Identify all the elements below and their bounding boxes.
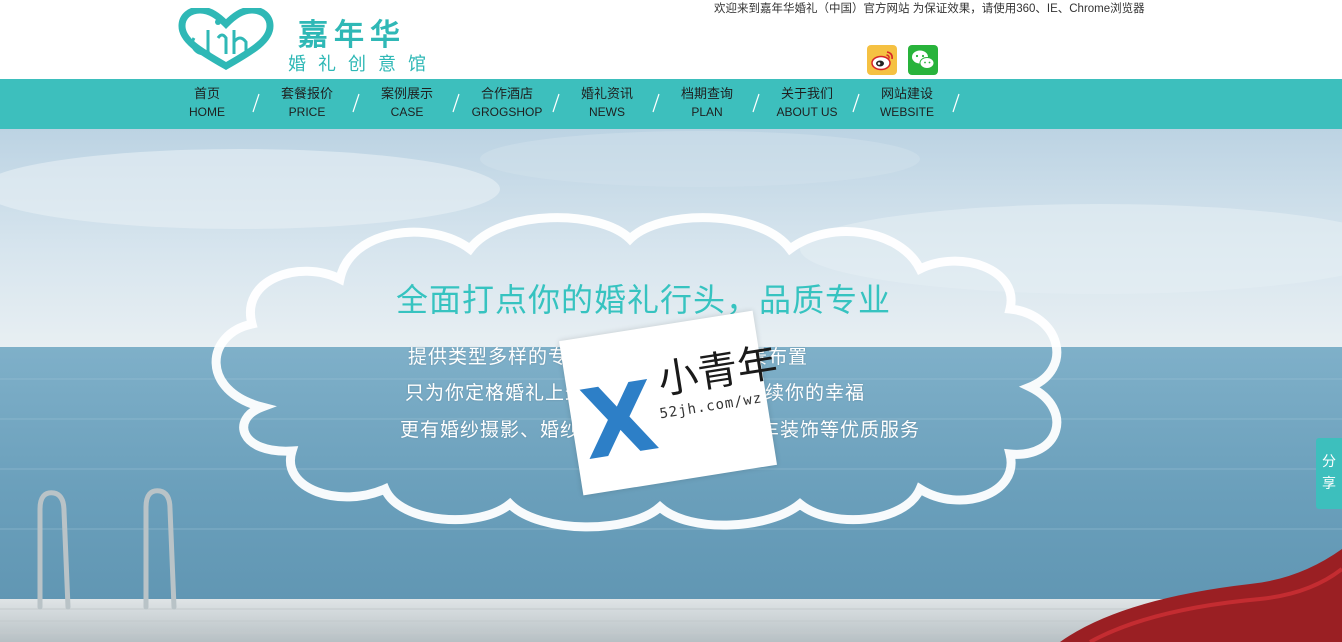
main-nav: 首页 HOME 套餐报价 PRICE 案例展示 CASE 合作酒店 GROGSH… — [0, 79, 1342, 129]
hero-banner: 全面打点你的婚礼行头，品质专业 提供类型多样的专业婚礼设计、婚礼场景布置 只为你… — [0, 129, 1342, 642]
heart-logo-icon — [178, 8, 274, 70]
nav-label-en: HOME — [189, 105, 225, 119]
site-logo[interactable]: 嘉年华 婚礼创意馆 — [178, 8, 458, 75]
nav-label-en: ABOUT US — [776, 105, 838, 119]
nav-label-cn: 案例展示 — [380, 86, 433, 101]
watermark-brand: 小青年 — [654, 339, 781, 404]
nav-label-cn: 首页 — [193, 86, 220, 101]
nav-label-cn: 合作酒店 — [480, 86, 533, 101]
watermark-badge: X 小青年 52jh.com/wz — [559, 310, 781, 496]
nav-item-case[interactable]: 案例展示 CASE — [357, 79, 457, 129]
share-button[interactable]: 分 享 — [1316, 438, 1342, 509]
nav-item-grogshop[interactable]: 合作酒店 GROGSHOP — [457, 79, 557, 129]
nav-label-en: PRICE — [288, 105, 326, 119]
nav-label-cn: 婚礼资讯 — [580, 86, 633, 101]
nav-label-cn: 套餐报价 — [280, 86, 333, 101]
nav-label-en: WEBSITE — [879, 105, 934, 119]
nav-item-about-us[interactable]: 关于我们 ABOUT US — [757, 79, 857, 129]
nav-item-plan[interactable]: 档期查询 PLAN — [657, 79, 757, 129]
share-label-char: 享 — [1322, 476, 1336, 492]
nav-item-website[interactable]: 网站建设 WEBSITE — [857, 79, 957, 129]
logo-title: 嘉年华 — [298, 18, 406, 53]
nav-label-en: PLAN — [691, 105, 723, 119]
banner-headline: 全面打点你的婚礼行头，品质专业 — [396, 281, 892, 319]
nav-label-en: GROGSHOP — [471, 105, 543, 119]
nav-label-cn: 档期查询 — [680, 86, 733, 101]
nav-label-en: CASE — [390, 105, 424, 119]
welcome-text: 欢迎来到嘉年华婚礼（中国）官方网站 为保证效果，请使用360、IE、Chrome… — [714, 3, 1145, 15]
nav-label-cn: 网站建设 — [880, 86, 933, 101]
nav-item-news[interactable]: 婚礼资讯 NEWS — [557, 79, 657, 129]
nav-label-cn: 关于我们 — [780, 86, 833, 101]
logo-subtitle: 婚礼创意馆 — [288, 54, 438, 75]
share-label-char: 分 — [1322, 454, 1336, 470]
nav-label-en: NEWS — [589, 105, 625, 119]
watermark-letter: X — [573, 359, 665, 482]
nav-item-home[interactable]: 首页 HOME — [157, 79, 257, 129]
wechat-icon[interactable] — [908, 45, 938, 75]
site-header: 嘉年华 婚礼创意馆 欢迎来到嘉年华婚礼（中国）官方网站 为保证效果，请使用360… — [0, 0, 1342, 79]
weibo-icon[interactable] — [867, 45, 897, 75]
nav-divider — [952, 93, 960, 113]
nav-item-price[interactable]: 套餐报价 PRICE — [257, 79, 357, 129]
